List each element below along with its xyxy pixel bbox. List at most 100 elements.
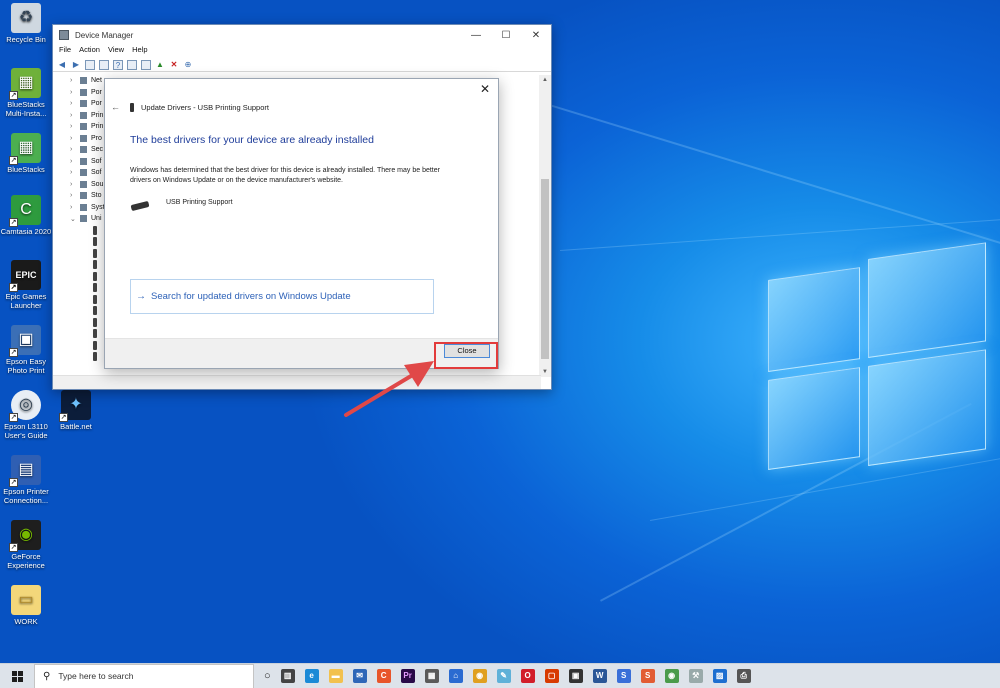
office-icon[interactable]: ▢ [544, 669, 559, 683]
task-view-icon[interactable]: ▥ [280, 669, 295, 683]
menu-view[interactable]: View [108, 45, 124, 58]
windows-update-link-label: Search for updated drivers on Windows Up… [151, 291, 351, 302]
back-arrow-icon[interactable]: ← [111, 102, 120, 112]
tool-icon[interactable]: ⚒ [688, 669, 703, 683]
right-arrow-icon: → [136, 291, 146, 302]
folder-icon: ▭ [11, 585, 41, 615]
uninstall-icon[interactable]: ✕ [169, 60, 179, 70]
view-icon[interactable] [127, 59, 137, 70]
search-placeholder: Type here to search [58, 671, 134, 681]
epson-guide-icon: ◎ ↗ [9, 390, 41, 422]
horizontal-scrollbar[interactable] [53, 375, 541, 389]
device-manager-titlebar[interactable]: Device Manager — ☐ ✕ [53, 25, 551, 45]
desktop-icon-label: Epson Easy Photo Print [5, 357, 47, 375]
desktop-icon-label: Camtasia 2020 [0, 227, 52, 236]
desktop-icon-camtasia[interactable]: C ↗ Camtasia 2020 [0, 195, 52, 236]
desktop-icon-label: Epic Games Launcher [5, 292, 47, 310]
mail-icon[interactable]: ✉ [352, 669, 367, 683]
premiere-icon[interactable]: Pr [400, 669, 415, 683]
window-title: Device Manager [75, 30, 134, 40]
desktop-icon-label: BlueStacks [7, 165, 45, 174]
bluestacks-multi-icon: ▦ ↗ [9, 68, 41, 100]
printer-icon[interactable]: ⎙ [736, 669, 751, 683]
menu-help[interactable]: Help [132, 45, 147, 58]
minimize-icon[interactable]: — [461, 30, 491, 41]
menu-action[interactable]: Action [79, 45, 100, 58]
desktop-icon-epic-games[interactable]: EPIC ↗ Epic Games Launcher [0, 260, 52, 310]
add-driver-icon[interactable]: ▲ [155, 60, 165, 70]
scan-hardware-icon[interactable] [141, 59, 151, 70]
menu-bar: File Action View Help [53, 45, 551, 58]
battle-net-icon: ✦ ↗ [59, 390, 91, 422]
desktop-icon-epson-easy-photo[interactable]: ▣ ↗ Epson Easy Photo Print [0, 325, 52, 375]
scrollbar-thumb[interactable] [541, 179, 549, 359]
properties-icon[interactable] [85, 59, 95, 70]
close-button-highlight [434, 342, 498, 369]
red-arrow-annotation [344, 361, 434, 417]
desktop-icon-label: Epson Printer Connection... [3, 487, 49, 505]
epic-games-icon: EPIC ↗ [9, 260, 41, 292]
edge-icon[interactable]: e [304, 669, 319, 683]
desktop-icon-bluestacks[interactable]: ▦ ↗ BlueStacks [0, 133, 52, 174]
desktop-icon-epson-printer-connection[interactable]: ▤ ↗ Epson Printer Connection... [0, 455, 52, 505]
scroll-up-icon[interactable]: ▲ [539, 77, 551, 83]
close-icon[interactable]: ✕ [521, 30, 551, 41]
back-icon[interactable]: ◀ [57, 60, 67, 70]
dialog-title: Update Drivers - USB Printing Support [141, 102, 269, 112]
desktop-icon-label: Recycle Bin [6, 35, 46, 44]
download-icon[interactable]: ⊕ [183, 60, 193, 70]
note-icon[interactable]: ✎ [496, 669, 511, 683]
windows-start-icon [11, 670, 23, 682]
photos-icon[interactable]: ▨ [712, 669, 727, 683]
vertical-scrollbar[interactable]: ▲ ▼ [539, 75, 551, 377]
epson-photo-icon: ▣ ↗ [9, 325, 41, 357]
forward-icon[interactable]: ▶ [71, 60, 81, 70]
usb-cable-icon [130, 200, 150, 212]
bag-icon[interactable]: ▣ [568, 669, 583, 683]
maximize-icon[interactable]: ☐ [491, 30, 521, 41]
taskbar-search-box[interactable]: ⚲ Type here to search [34, 663, 254, 688]
device-manager-icon [59, 30, 69, 40]
desktop-icon-label: WORK [14, 617, 38, 626]
taskbar: ⚲ Type here to search ○ ▥ e ▬ ✉ C Pr ▦ ⌂… [0, 663, 1000, 688]
device-row: USB Printing Support [130, 195, 233, 212]
taskbar-apps: ○ ▥ e ▬ ✉ C Pr ▦ ⌂ ◉ ✎ O ▢ ▣ W S S ◉ ⚒ ▨… [264, 669, 751, 683]
windows-update-link[interactable]: → Search for updated drivers on Windows … [130, 279, 434, 314]
windows-logo-wallpaper [760, 224, 990, 486]
opera-icon[interactable]: O [520, 669, 535, 683]
store-icon[interactable]: ⌂ [448, 669, 463, 683]
chrome2-icon[interactable]: ◉ [664, 669, 679, 683]
help-icon[interactable]: ? [113, 59, 123, 70]
usb-device-icon [130, 102, 134, 112]
geforce-icon: ◉ ↗ [9, 520, 41, 552]
device-name: USB Printing Support [166, 198, 233, 206]
cortana-icon[interactable]: ○ [264, 670, 271, 682]
app-s2-icon[interactable]: S [640, 669, 655, 683]
desktop-icon-label: Battle.net [60, 422, 92, 431]
wallpaper-beam [519, 95, 1000, 249]
word-icon[interactable]: W [592, 669, 607, 683]
desktop-icon-bluestacks-multi[interactable]: ▦ ↗ BlueStacks Multi-Insta... [0, 68, 52, 118]
epson-printer-icon: ▤ ↗ [9, 455, 41, 487]
file-explorer-icon[interactable]: ▬ [328, 669, 343, 683]
chrome-icon[interactable]: ◉ [472, 669, 487, 683]
desktop-icon-battle-net[interactable]: ✦ ↗ Battle.net [50, 390, 102, 431]
toolbar: ◀ ▶ ? ▲ ✕ ⊕ [53, 58, 551, 72]
start-button[interactable] [0, 664, 34, 688]
desktop-icon-geforce[interactable]: ◉ ↗ GeForce Experience [0, 520, 52, 570]
desktop-icon-work-folder[interactable]: ▭ WORK [0, 585, 52, 626]
search-icon: ⚲ [43, 670, 51, 682]
app-s-icon[interactable]: S [616, 669, 631, 683]
app-c-icon[interactable]: C [376, 669, 391, 683]
dialog-close-icon[interactable]: ✕ [478, 82, 492, 96]
desktop-icon-recycle-bin[interactable]: ♻ Recycle Bin [0, 3, 52, 44]
camtasia-icon: C ↗ [9, 195, 41, 227]
desktop: ♻ Recycle Bin ▦ ↗ BlueStacks Multi-Insta.… [0, 0, 1000, 663]
calculator-icon[interactable]: ▦ [424, 669, 439, 683]
desktop-icon-epson-guide[interactable]: ◎ ↗ Epson L3110 User's Guide [0, 390, 52, 440]
update-driver-icon[interactable] [99, 59, 109, 70]
desktop-icon-label: Epson L3110 User's Guide [4, 422, 48, 440]
bluestacks-icon: ▦ ↗ [9, 133, 41, 165]
recycle-bin-icon: ♻ [11, 3, 41, 33]
menu-file[interactable]: File [59, 45, 71, 58]
